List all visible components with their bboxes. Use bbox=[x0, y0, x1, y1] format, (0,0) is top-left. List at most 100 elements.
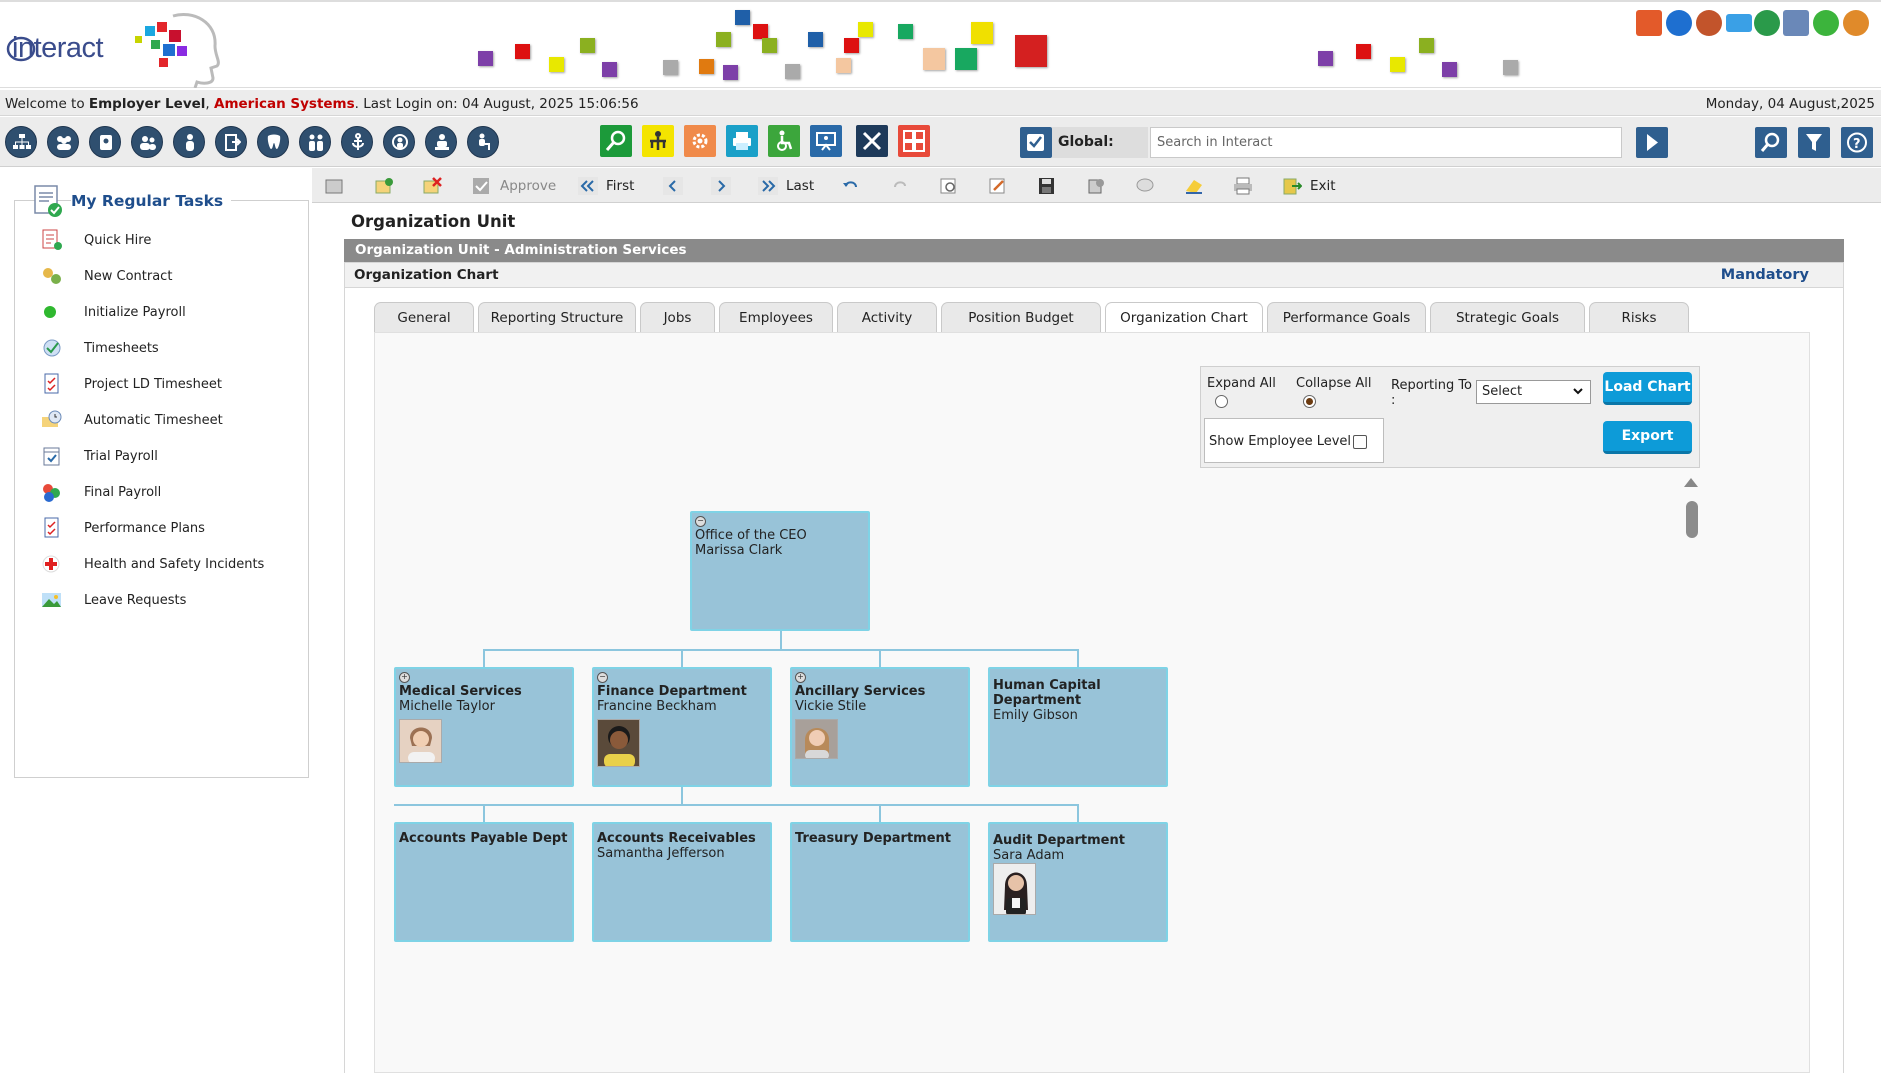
dashboard-grid-icon[interactable] bbox=[898, 125, 930, 157]
team-icon[interactable] bbox=[131, 126, 163, 158]
help-icon[interactable] bbox=[1813, 10, 1839, 36]
exit-door-icon[interactable] bbox=[215, 126, 247, 158]
scroll-up-arrow-icon[interactable] bbox=[1684, 478, 1698, 487]
tab-reporting-structure[interactable]: Reporting Structure bbox=[478, 302, 636, 332]
current-date: Monday, 04 August,2025 bbox=[1705, 96, 1875, 112]
search-go-icon[interactable] bbox=[1636, 127, 1668, 158]
tab-position-budget[interactable]: Position Budget bbox=[941, 302, 1101, 332]
task-item[interactable]: Quick Hire bbox=[40, 229, 151, 251]
global-search-toggle[interactable] bbox=[1020, 127, 1052, 158]
undo-icon[interactable] bbox=[841, 176, 869, 196]
sync-icon[interactable] bbox=[1666, 10, 1692, 36]
task-item[interactable]: Performance Plans bbox=[40, 517, 205, 539]
printer-icon[interactable] bbox=[1233, 176, 1261, 196]
tab-risks[interactable]: Risks bbox=[1589, 302, 1689, 332]
org-node-medical-services[interactable]: + Medical Services Michelle Taylor bbox=[394, 667, 574, 787]
task-item[interactable]: Automatic Timesheet bbox=[40, 409, 223, 431]
task-label: Initialize Payroll bbox=[84, 304, 186, 320]
tab-performance-goals[interactable]: Performance Goals bbox=[1267, 302, 1426, 332]
badge-icon[interactable] bbox=[89, 126, 121, 158]
clock-icon bbox=[42, 410, 62, 427]
settings-gear-icon[interactable] bbox=[684, 125, 716, 157]
delete-record-icon[interactable] bbox=[422, 176, 450, 196]
approve-button[interactable]: Approve bbox=[472, 176, 556, 196]
support-user-icon[interactable] bbox=[1843, 10, 1869, 36]
attach-icon[interactable] bbox=[1086, 176, 1114, 196]
org-node-accounts-payable[interactable]: Accounts Payable Dept bbox=[394, 822, 574, 942]
org-structure-icon[interactable] bbox=[5, 126, 37, 158]
task-item[interactable]: Leave Requests bbox=[40, 589, 186, 611]
preview-icon[interactable] bbox=[939, 176, 967, 196]
advanced-search-icon[interactable] bbox=[1755, 127, 1787, 158]
tab-jobs[interactable]: Jobs bbox=[640, 302, 715, 332]
tab-organization-chart[interactable]: Organization Chart bbox=[1105, 302, 1263, 333]
presentation-icon[interactable] bbox=[810, 125, 842, 157]
network-icon[interactable] bbox=[1783, 10, 1809, 36]
reporting-to-select[interactable]: Select bbox=[1476, 380, 1591, 404]
task-item[interactable]: Project LD Timesheet bbox=[40, 373, 222, 395]
expand-all-radio[interactable] bbox=[1215, 395, 1228, 408]
org-node-finance-department[interactable]: − Finance Department Francine Beckham bbox=[592, 667, 772, 787]
last-button[interactable]: Last bbox=[758, 176, 814, 196]
refresh-icon[interactable] bbox=[1754, 10, 1780, 36]
comment-icon[interactable] bbox=[1135, 176, 1163, 196]
scrollbar-thumb[interactable] bbox=[1686, 501, 1698, 538]
accessibility-icon[interactable] bbox=[467, 126, 499, 158]
employee-icon[interactable] bbox=[173, 126, 205, 158]
collapse-toggle-icon[interactable]: − bbox=[597, 672, 608, 683]
org-node-human-capital[interactable]: Human Capital Department Emily Gibson bbox=[988, 667, 1168, 787]
mail-icon[interactable] bbox=[1726, 14, 1752, 32]
task-item[interactable]: New Contract bbox=[40, 265, 172, 287]
dental-icon[interactable] bbox=[257, 126, 289, 158]
org-tree-icon[interactable] bbox=[642, 125, 674, 157]
list-view-icon[interactable] bbox=[324, 176, 352, 196]
task-item[interactable]: Initialize Payroll bbox=[40, 301, 186, 323]
org-node-treasury[interactable]: Treasury Department bbox=[790, 822, 970, 942]
home-icon[interactable] bbox=[1636, 10, 1662, 36]
exit-button[interactable]: Exit bbox=[1282, 176, 1336, 196]
org-node-audit[interactable]: Audit Department Sara Adam bbox=[988, 822, 1168, 942]
load-chart-button[interactable]: Load Chart bbox=[1603, 372, 1692, 405]
safety-icon[interactable] bbox=[383, 126, 415, 158]
save-icon[interactable] bbox=[1037, 176, 1065, 196]
help-question-icon[interactable]: ? bbox=[1841, 127, 1873, 158]
collapse-all-radio[interactable] bbox=[1303, 395, 1316, 408]
user-profile-icon[interactable] bbox=[1696, 10, 1722, 36]
interact-logo[interactable]: interact bbox=[6, 12, 220, 89]
task-item[interactable]: Trial Payroll bbox=[40, 445, 158, 467]
tools-icon[interactable] bbox=[856, 125, 888, 157]
group-icon[interactable] bbox=[47, 126, 79, 158]
node-person: Vickie Stile bbox=[795, 699, 867, 714]
export-button[interactable]: Export bbox=[1603, 421, 1692, 454]
first-button[interactable]: First bbox=[578, 176, 634, 196]
search-employee-icon[interactable] bbox=[600, 125, 632, 157]
edit-form-icon[interactable] bbox=[988, 176, 1016, 196]
anchor-icon[interactable] bbox=[341, 126, 373, 158]
presenter-icon[interactable] bbox=[425, 126, 457, 158]
wheelchair-icon[interactable] bbox=[768, 125, 800, 157]
expand-toggle-icon[interactable]: + bbox=[795, 672, 806, 683]
expand-toggle-icon[interactable]: + bbox=[399, 672, 410, 683]
show-employee-level-checkbox[interactable] bbox=[1353, 435, 1367, 449]
tab-activity[interactable]: Activity bbox=[837, 302, 937, 332]
org-node-ancillary-services[interactable]: + Ancillary Services Vickie Stile bbox=[790, 667, 970, 787]
action-toolbar: Approve First Last Exit bbox=[312, 168, 1881, 203]
add-record-icon[interactable] bbox=[374, 176, 402, 196]
tab-general[interactable]: General bbox=[374, 302, 474, 332]
chart-controls: Expand All Collapse All Reporting To : S… bbox=[1200, 366, 1700, 468]
filter-icon[interactable] bbox=[1798, 127, 1830, 158]
family-icon[interactable] bbox=[299, 126, 331, 158]
org-node-accounts-receivables[interactable]: Accounts Receivables Samantha Jefferson bbox=[592, 822, 772, 942]
org-node-root[interactable]: − Office of the CEO Marissa Clark bbox=[690, 511, 870, 631]
task-item[interactable]: Final Payroll bbox=[40, 481, 161, 503]
print-icon[interactable] bbox=[726, 125, 758, 157]
tab-strategic-goals[interactable]: Strategic Goals bbox=[1430, 302, 1585, 332]
task-item[interactable]: Health and Safety Incidents bbox=[40, 553, 264, 575]
tab-employees[interactable]: Employees bbox=[719, 302, 833, 332]
task-item[interactable]: Timesheets bbox=[40, 337, 159, 359]
next-button[interactable] bbox=[711, 176, 739, 196]
global-search-input[interactable] bbox=[1150, 127, 1622, 158]
note-icon[interactable] bbox=[1184, 176, 1212, 196]
previous-button[interactable] bbox=[663, 176, 691, 196]
collapse-toggle-icon[interactable]: − bbox=[695, 516, 706, 527]
